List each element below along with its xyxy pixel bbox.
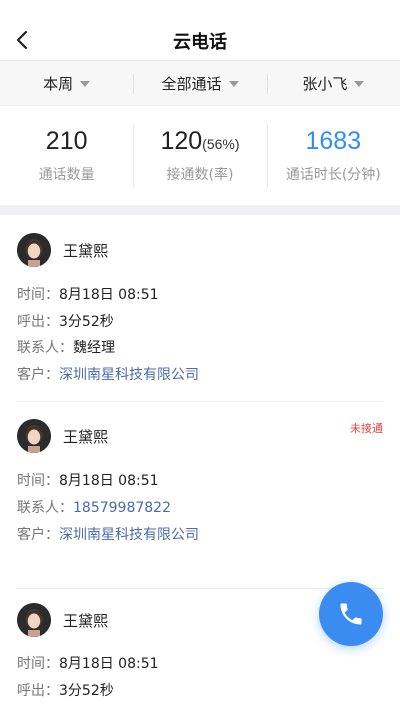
stat-answered-rate: (56%): [202, 136, 240, 152]
call-contact-value: 魏经理: [73, 340, 115, 356]
call-outgoing-value: 3分52秒: [59, 314, 114, 330]
call-button[interactable]: [319, 582, 383, 646]
call-time-label: 时间：: [17, 287, 59, 303]
avatar: [17, 419, 51, 453]
call-time-label: 时间：: [17, 473, 59, 489]
call-outgoing-label: 呼出：: [17, 314, 59, 330]
call-contact-row: 联系人：魏经理: [17, 338, 115, 358]
stat-answered-value-wrap: 120(56%): [133, 127, 266, 156]
caller-name: 王黛熙: [63, 427, 109, 446]
caret-down-icon: [228, 81, 239, 87]
avatar-portrait-icon: [17, 419, 51, 453]
phone-icon: [340, 603, 362, 625]
call-time-label: 时间：: [17, 656, 59, 672]
call-customer-label: 客户：: [17, 527, 59, 543]
caller-name: 王黛熙: [63, 611, 109, 630]
call-customer-link[interactable]: 深圳南星科技有限公司: [59, 367, 199, 383]
stat-call-count-label: 通话数量: [38, 167, 95, 183]
stat-answered-value: 120: [160, 127, 203, 155]
call-record-header: 王黛熙: [17, 419, 108, 453]
call-outgoing-label: 呼出：: [17, 683, 59, 699]
call-contact-phone-link[interactable]: 18579987822: [73, 500, 171, 516]
status-badge: 未接通: [350, 422, 383, 435]
stats-panel: 210 通话数量 120(56%) 接通数(率) 1683 通话时长(分钟): [0, 107, 400, 205]
call-customer-label: 客户：: [17, 367, 59, 383]
caller-name: 王黛熙: [63, 241, 109, 260]
call-time-value: 8月18日 08:51: [59, 473, 159, 489]
call-record-card[interactable]: 王黛熙 未接通 时间：8月18日 08:51 联系人：18579987822 客…: [0, 402, 400, 589]
filter-period-label: 本周: [43, 74, 74, 93]
stat-call-count-value: 210: [45, 127, 88, 155]
stat-call-count: 210 通话数量: [0, 107, 133, 205]
filter-period-dropdown[interactable]: 本周: [0, 61, 133, 105]
call-outgoing-row: 呼出：3分52秒: [17, 312, 114, 332]
section-divider: [0, 205, 400, 215]
call-customer-row: 客户：深圳南星科技有限公司: [17, 365, 199, 385]
filter-user-label: 张小飞: [302, 74, 348, 93]
filter-call-type-label: 全部通话: [161, 74, 222, 93]
stat-answered-label: 接通数(率): [166, 167, 234, 183]
nav-bar: 云电话: [0, 0, 400, 60]
call-time-row: 时间：8月18日 08:51: [17, 654, 159, 674]
stat-answered: 120(56%) 接通数(率): [133, 107, 266, 205]
call-contact-label: 联系人：: [17, 500, 73, 516]
call-customer-row: 客户：深圳南星科技有限公司: [17, 525, 199, 545]
filter-call-type-dropdown[interactable]: 全部通话: [133, 61, 266, 105]
call-outgoing-row: 呼出：3分52秒: [17, 681, 114, 701]
call-record-header: 王黛熙: [17, 233, 108, 267]
avatar: [17, 603, 51, 637]
stat-duration-value: 1683: [305, 127, 362, 155]
filter-bar: 本周 全部通话 张小飞: [0, 60, 400, 106]
call-outgoing-value: 3分52秒: [59, 683, 114, 699]
call-time-value: 8月18日 08:51: [59, 656, 159, 672]
call-record-header: 王黛熙: [17, 603, 108, 637]
call-contact-label: 联系人：: [17, 340, 73, 356]
stat-duration: 1683 通话时长(分钟): [266, 107, 400, 205]
avatar-portrait-icon: [17, 233, 51, 267]
filter-user-dropdown[interactable]: 张小飞: [266, 61, 400, 105]
stat-duration-label: 通话时长(分钟): [285, 167, 381, 183]
page-title: 云电话: [173, 32, 227, 53]
call-time-row: 时间：8月18日 08:51: [17, 285, 159, 305]
call-time-row: 时间：8月18日 08:51: [17, 471, 159, 491]
call-contact-row: 联系人：18579987822: [17, 498, 171, 518]
call-customer-link[interactable]: 深圳南星科技有限公司: [59, 527, 199, 543]
caret-down-icon: [354, 81, 365, 87]
caret-down-icon: [80, 81, 91, 87]
call-time-value: 8月18日 08:51: [59, 287, 159, 303]
avatar-portrait-icon: [17, 603, 51, 637]
call-record-card[interactable]: 王黛熙 时间：8月18日 08:51 呼出：3分52秒 联系人：魏经理 客户：深…: [0, 215, 400, 402]
avatar: [17, 233, 51, 267]
